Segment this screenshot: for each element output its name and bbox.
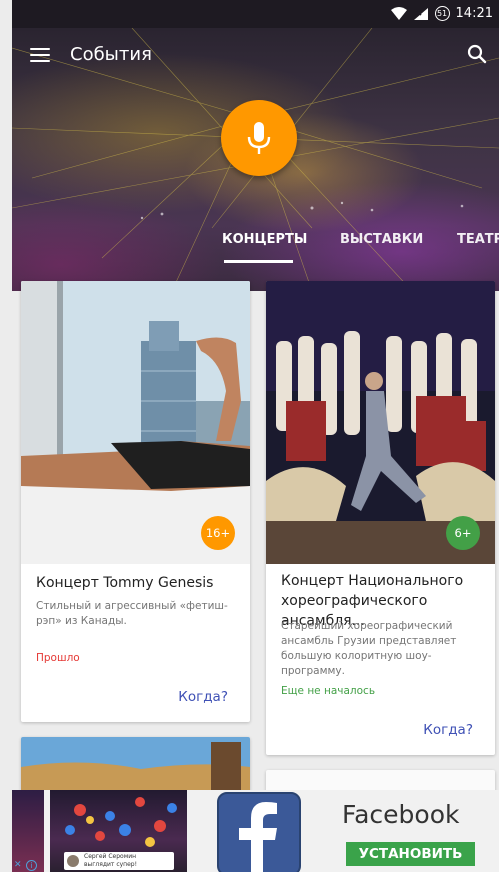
status-time: 14:21 [455,6,493,21]
event-image [21,737,250,797]
avatar [67,855,79,867]
event-title: Концерт Tommy Genesis [36,575,214,591]
tab-exhibitions[interactable]: ВЫСТАВКИ [340,232,423,247]
menu-icon[interactable] [30,44,50,66]
status-bar: 51 14:21 [12,0,499,28]
app-screen: 51 14:21 События КОНЦЕРТЫ ВЫСТАВКИ ТЕАТР… [12,0,499,872]
ad-caption-text: выглядит супер! [84,861,137,868]
page-title: События [70,44,152,65]
ad-app-name: Facebook [342,800,460,829]
when-button[interactable]: Когда? [178,689,228,705]
app-bar: События [12,28,499,84]
hero-header: События КОНЦЕРТЫ ВЫСТАВКИ ТЕАТРЫ [12,28,499,291]
signal-icon [413,7,428,20]
microphone-icon [247,122,271,154]
ad-caption-name: Сергей Серомин [84,853,137,860]
install-button[interactable]: УСТАНОВИТЬ [346,842,475,866]
event-status: Прошло [36,652,80,664]
event-description: Старейший хореографический ансамбль Груз… [281,620,457,677]
event-description: Стильный и агрессивный «фетиш-рэп» из Ка… [36,600,228,627]
ad-banner[interactable]: Сергей Серомин выглядит супер! ✕ i Faceb… [12,790,499,872]
ad-close-icon[interactable]: ✕ [14,860,25,871]
tab-concerts[interactable]: КОНЦЕРТЫ [222,232,307,247]
status-icons: 51 14:21 [390,6,493,21]
ad-image: Сергей Серомин выглядит супер! [50,790,187,872]
ad-caption: Сергей Серомин выглядит супер! [64,852,174,870]
when-button[interactable]: Когда? [423,722,473,738]
search-icon[interactable] [467,44,487,64]
age-rating-badge: 6+ [446,516,480,550]
category-tabs: КОНЦЕРТЫ ВЫСТАВКИ ТЕАТРЫ [12,228,499,268]
wifi-icon [390,6,407,20]
voice-search-button[interactable] [221,100,297,176]
tab-theatres[interactable]: ТЕАТРЫ [457,232,499,247]
ad-info-icon[interactable]: i [26,860,37,871]
event-card-partial[interactable] [21,737,250,797]
event-card-tommy-genesis[interactable]: 16+ Концерт Tommy Genesis Стильный и агр… [21,281,250,722]
facebook-logo-icon[interactable] [217,792,301,872]
battery-icon: 51 [434,6,450,21]
event-card-georgian-ensemble[interactable]: 6+ Концерт Национального хореографическо… [266,281,495,755]
active-tab-indicator [224,260,293,263]
age-rating-badge: 16+ [201,516,235,550]
event-status: Еще не началось [281,685,376,697]
